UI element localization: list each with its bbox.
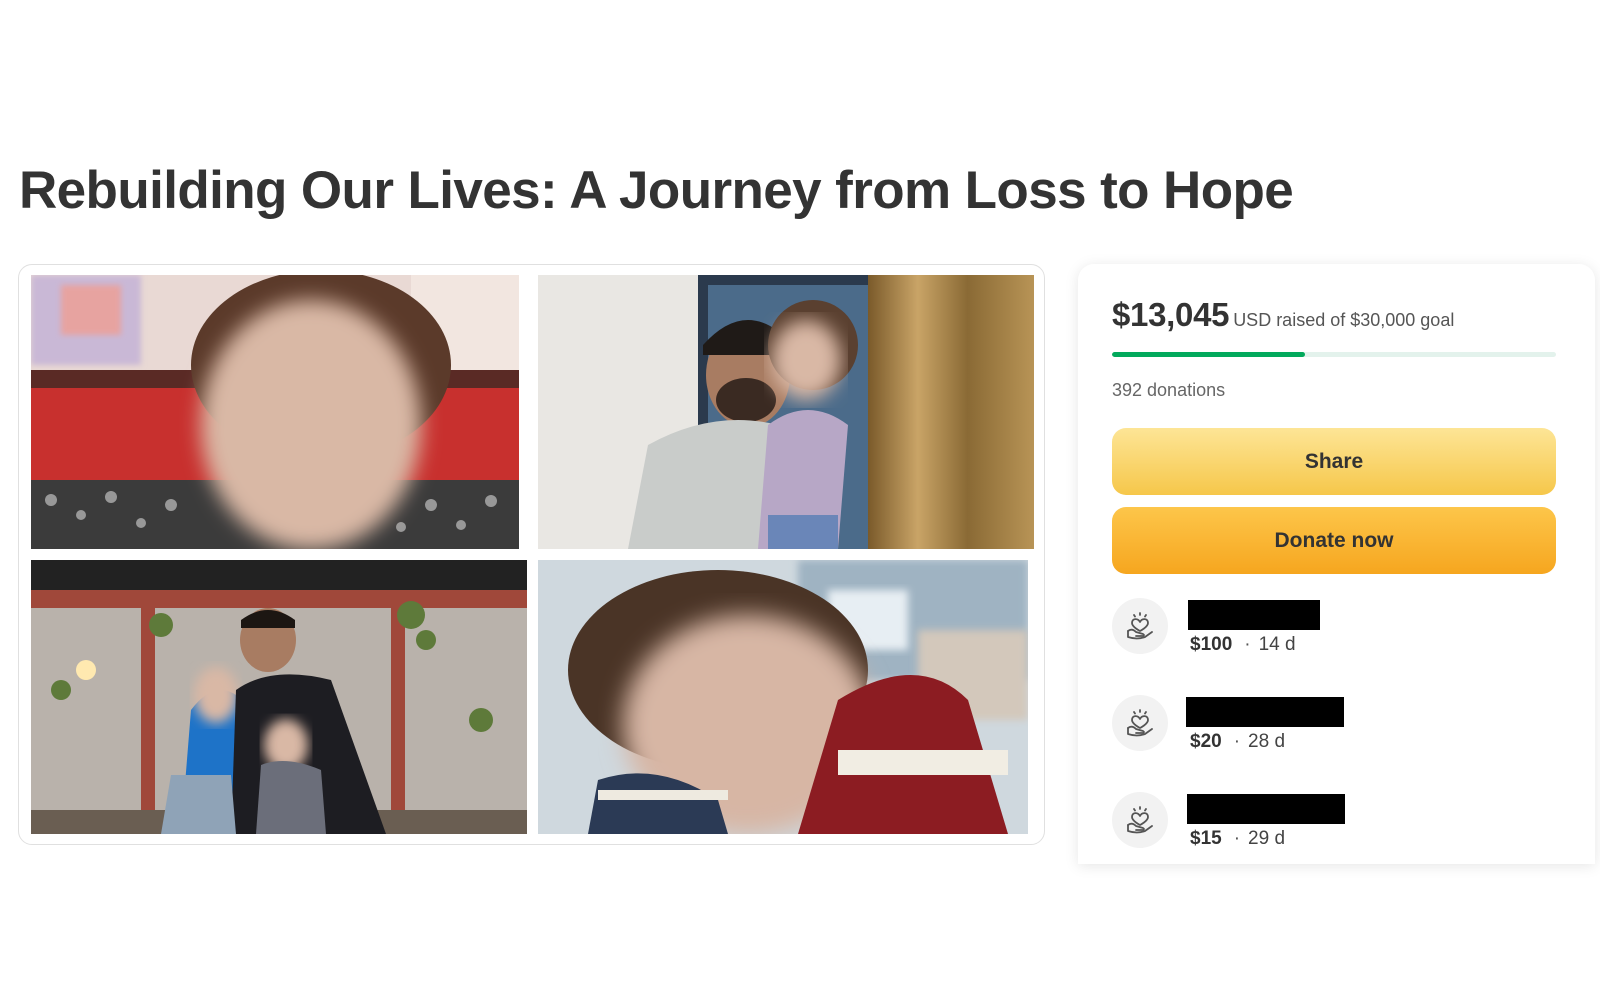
donation-sidebar: $13,045 USD raised of $30,000 goal 392 do…	[1078, 264, 1595, 864]
separator-dot: ·	[1233, 731, 1241, 752]
donation-time: 14 d	[1258, 634, 1296, 655]
amount-raised: $13,045 USD raised of $30,000 goal	[1112, 296, 1454, 334]
donation-amount: $15	[1190, 828, 1222, 849]
page-title: Rebuilding Our Lives: A Journey from Los…	[19, 161, 1294, 220]
child-portrait-photo[interactable]	[31, 275, 519, 549]
donation-meta: $100 · 14 d	[1190, 634, 1296, 656]
heart-hand-icon	[1112, 695, 1168, 751]
separator-dot: ·	[1233, 828, 1241, 849]
toddler-closeup-photo[interactable]	[538, 560, 1028, 834]
share-button[interactable]: Share	[1112, 428, 1556, 495]
donation-meta: $15 · 29 d	[1190, 828, 1285, 850]
family-group-photo[interactable]	[31, 560, 527, 834]
redacted-donor-name	[1186, 697, 1344, 727]
donation-count: 392 donations	[1112, 380, 1226, 400]
progress-bar	[1112, 352, 1556, 357]
progress-bar-fill	[1112, 352, 1306, 357]
donate-now-button[interactable]: Donate now	[1112, 507, 1556, 574]
redacted-donor-name	[1187, 794, 1345, 824]
heart-hand-icon	[1112, 792, 1168, 848]
heart-hand-icon	[1112, 598, 1168, 654]
raised-amount: $13,045	[1112, 296, 1230, 333]
donation-meta: $20 · 28 d	[1190, 731, 1285, 753]
donation-item: $15 · 29 d	[1112, 792, 1556, 852]
donation-amount: $100	[1190, 634, 1233, 655]
photo-gallery[interactable]	[18, 264, 1045, 845]
goal-text: USD raised of $30,000 goal	[1233, 310, 1455, 330]
redacted-donor-name	[1188, 600, 1320, 630]
father-with-daughter-photo[interactable]	[538, 275, 1034, 549]
donation-item: $20 · 28 d	[1112, 695, 1556, 755]
donation-time: 29 d	[1248, 828, 1286, 849]
donation-amount: $20	[1190, 731, 1222, 752]
donation-time: 28 d	[1248, 731, 1286, 752]
separator-dot: ·	[1244, 634, 1251, 655]
donation-item: $100 · 14 d	[1112, 598, 1556, 658]
